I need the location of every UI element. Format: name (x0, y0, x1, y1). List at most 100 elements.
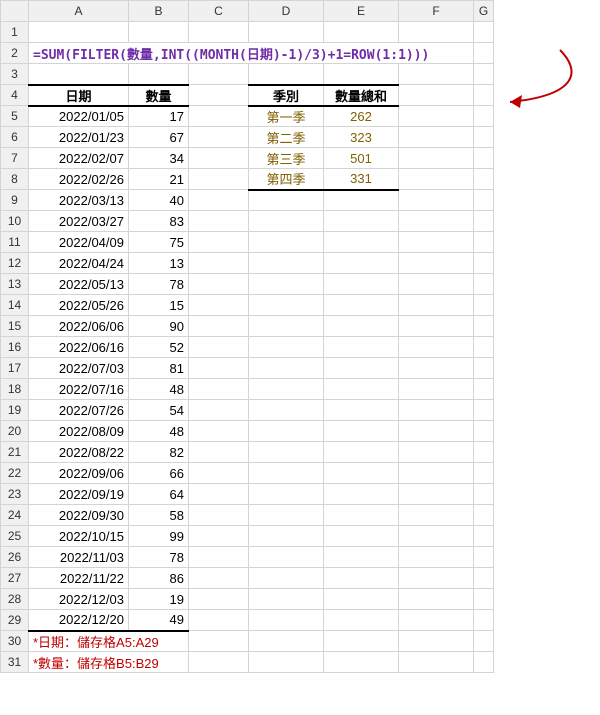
date-cell[interactable]: 2022/01/05 (29, 106, 129, 127)
cell-G9[interactable] (474, 190, 494, 211)
qty-cell[interactable]: 40 (129, 190, 189, 211)
row-header-15[interactable]: 15 (1, 316, 29, 337)
cell-D10[interactable] (249, 211, 324, 232)
qty-cell[interactable]: 86 (129, 568, 189, 589)
date-cell[interactable]: 2022/03/27 (29, 211, 129, 232)
header-qty[interactable]: 數量 (129, 85, 189, 106)
cell-G8[interactable] (474, 169, 494, 190)
quarter-cell[interactable]: 第一季 (249, 106, 324, 127)
qty-cell[interactable]: 82 (129, 442, 189, 463)
cell-C11[interactable] (189, 232, 249, 253)
cell-F14[interactable] (399, 295, 474, 316)
row-header-14[interactable]: 14 (1, 295, 29, 316)
cell-C9[interactable] (189, 190, 249, 211)
sum-cell[interactable]: 262 (324, 106, 399, 127)
date-cell[interactable]: 2022/08/09 (29, 421, 129, 442)
date-cell[interactable]: 2022/07/16 (29, 379, 129, 400)
qty-cell[interactable]: 34 (129, 148, 189, 169)
formula-cell[interactable]: =SUM(FILTER(數量,INT((MONTH(日期)-1)/3)+1=RO… (29, 43, 474, 64)
cell-G2[interactable] (474, 43, 494, 64)
cell-E24[interactable] (324, 505, 399, 526)
cell-C3[interactable] (189, 64, 249, 85)
cell-E12[interactable] (324, 253, 399, 274)
date-cell[interactable]: 2022/04/24 (29, 253, 129, 274)
cell-G30[interactable] (474, 631, 494, 652)
date-cell[interactable]: 2022/09/19 (29, 484, 129, 505)
row-header-18[interactable]: 18 (1, 379, 29, 400)
cell-C4[interactable] (189, 85, 249, 106)
cell-C17[interactable] (189, 358, 249, 379)
date-cell[interactable]: 2022/03/13 (29, 190, 129, 211)
cell-F13[interactable] (399, 274, 474, 295)
cell-C21[interactable] (189, 442, 249, 463)
cell-D13[interactable] (249, 274, 324, 295)
cell-F15[interactable] (399, 316, 474, 337)
cell-F29[interactable] (399, 610, 474, 631)
row-header-19[interactable]: 19 (1, 400, 29, 421)
qty-cell[interactable]: 48 (129, 421, 189, 442)
cell-B1[interactable] (129, 22, 189, 43)
cell-E1[interactable] (324, 22, 399, 43)
cell-E27[interactable] (324, 568, 399, 589)
cell-F30[interactable] (399, 631, 474, 652)
sum-cell[interactable]: 501 (324, 148, 399, 169)
cell-E18[interactable] (324, 379, 399, 400)
row-header-29[interactable]: 29 (1, 610, 29, 631)
cell-E11[interactable] (324, 232, 399, 253)
col-header-C[interactable]: C (189, 1, 249, 22)
row-header-26[interactable]: 26 (1, 547, 29, 568)
cell-G7[interactable] (474, 148, 494, 169)
row-header-23[interactable]: 23 (1, 484, 29, 505)
cell-D17[interactable] (249, 358, 324, 379)
cell-D15[interactable] (249, 316, 324, 337)
cell-E10[interactable] (324, 211, 399, 232)
cell-D22[interactable] (249, 463, 324, 484)
cell-F21[interactable] (399, 442, 474, 463)
qty-cell[interactable]: 66 (129, 463, 189, 484)
cell-G23[interactable] (474, 484, 494, 505)
row-header-16[interactable]: 16 (1, 337, 29, 358)
cell-F20[interactable] (399, 421, 474, 442)
cell-G15[interactable] (474, 316, 494, 337)
cell-C7[interactable] (189, 148, 249, 169)
cell-E26[interactable] (324, 547, 399, 568)
col-header-A[interactable]: A (29, 1, 129, 22)
cell-D11[interactable] (249, 232, 324, 253)
date-cell[interactable]: 2022/07/03 (29, 358, 129, 379)
row-header-30[interactable]: 30 (1, 631, 29, 652)
col-header-G[interactable]: G (474, 1, 494, 22)
cell-F19[interactable] (399, 400, 474, 421)
cell-E19[interactable] (324, 400, 399, 421)
note-qty-range[interactable]: *數量：儲存格B5:B29 (29, 652, 189, 673)
cell-G29[interactable] (474, 610, 494, 631)
row-header-8[interactable]: 8 (1, 169, 29, 190)
qty-cell[interactable]: 17 (129, 106, 189, 127)
cell-F5[interactable] (399, 106, 474, 127)
cell-F16[interactable] (399, 337, 474, 358)
cell-F17[interactable] (399, 358, 474, 379)
spreadsheet-grid[interactable]: ABCDEFG12=SUM(FILTER(數量,INT((MONTH(日期)-1… (0, 0, 494, 673)
cell-E31[interactable] (324, 652, 399, 673)
row-header-10[interactable]: 10 (1, 211, 29, 232)
row-header-21[interactable]: 21 (1, 442, 29, 463)
row-header-11[interactable]: 11 (1, 232, 29, 253)
date-cell[interactable]: 2022/10/15 (29, 526, 129, 547)
cell-F6[interactable] (399, 127, 474, 148)
row-header-7[interactable]: 7 (1, 148, 29, 169)
date-cell[interactable]: 2022/09/30 (29, 505, 129, 526)
date-cell[interactable]: 2022/11/22 (29, 568, 129, 589)
cell-F3[interactable] (399, 64, 474, 85)
note-date-range[interactable]: *日期：儲存格A5:A29 (29, 631, 189, 652)
header-sum[interactable]: 數量總和 (324, 85, 399, 106)
cell-G11[interactable] (474, 232, 494, 253)
cell-C6[interactable] (189, 127, 249, 148)
cell-F22[interactable] (399, 463, 474, 484)
cell-F1[interactable] (399, 22, 474, 43)
cell-C19[interactable] (189, 400, 249, 421)
row-header-24[interactable]: 24 (1, 505, 29, 526)
cell-G25[interactable] (474, 526, 494, 547)
cell-F26[interactable] (399, 547, 474, 568)
cell-G22[interactable] (474, 463, 494, 484)
cell-E28[interactable] (324, 589, 399, 610)
cell-E22[interactable] (324, 463, 399, 484)
